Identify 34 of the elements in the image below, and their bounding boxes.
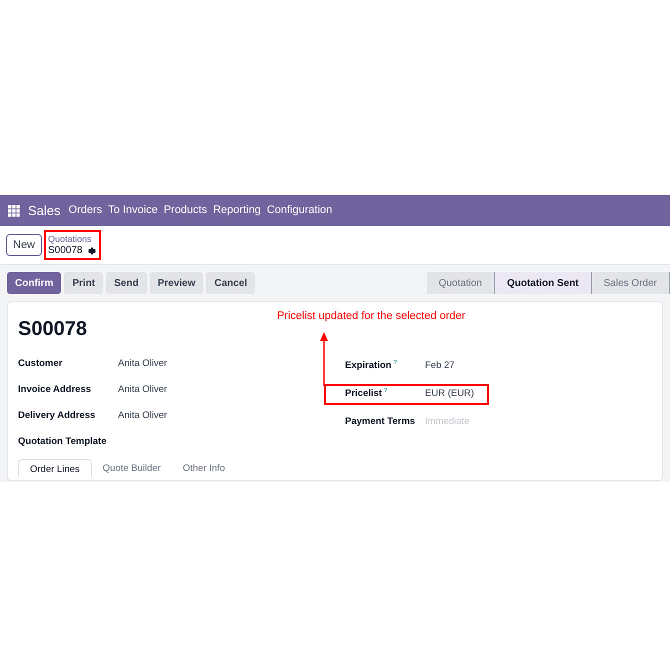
form-tab[interactable]: Quote Builder — [92, 459, 172, 477]
field-value[interactable]: Feb 27 — [425, 359, 455, 374]
record-name: S00078 — [48, 245, 82, 257]
menu-item[interactable]: Orders — [68, 202, 102, 219]
field-label: Delivery Address — [18, 409, 96, 424]
status-step[interactable]: Quotation Sent — [494, 272, 592, 294]
apps-grid-icon[interactable] — [8, 204, 20, 216]
status-step[interactable]: Sales Order — [592, 272, 670, 294]
menu-item[interactable]: Products — [164, 202, 208, 219]
annotation-text: Pricelist updated for the selected order — [276, 309, 466, 324]
field-value[interactable]: Anita Oliver — [118, 357, 168, 372]
field-value[interactable]: Anita Oliver — [118, 383, 168, 398]
field-value[interactable]: Anita Oliver — [118, 409, 168, 424]
record-title: S00078 — [18, 317, 87, 342]
field-label: Quotation Template — [18, 435, 108, 450]
new-button[interactable]: New — [6, 234, 42, 256]
action-button[interactable]: Confirm — [7, 272, 62, 294]
form-tab[interactable]: Other Info — [172, 459, 236, 477]
menu-item[interactable]: Configuration — [266, 202, 332, 219]
menu-item[interactable]: To Invoice — [108, 202, 158, 219]
field-label: Invoice Address — [18, 383, 92, 398]
field-value[interactable]: EUR (EUR) — [425, 387, 474, 402]
field-label: Customer — [18, 357, 64, 372]
field-label: Expiration — [345, 359, 392, 374]
app-name[interactable]: Sales — [28, 200, 61, 220]
action-button[interactable]: Send — [106, 272, 147, 294]
field-label: Payment Terms — [345, 415, 416, 430]
action-button[interactable]: Preview — [150, 272, 204, 294]
action-button[interactable]: Print — [64, 272, 104, 294]
breadcrumb-link[interactable]: Quotations — [48, 233, 96, 245]
action-button[interactable]: Cancel — [206, 272, 256, 294]
form-tab[interactable]: Order Lines — [18, 459, 92, 477]
field-label: Pricelist — [345, 387, 382, 402]
menu-item[interactable]: Reporting — [213, 202, 261, 219]
